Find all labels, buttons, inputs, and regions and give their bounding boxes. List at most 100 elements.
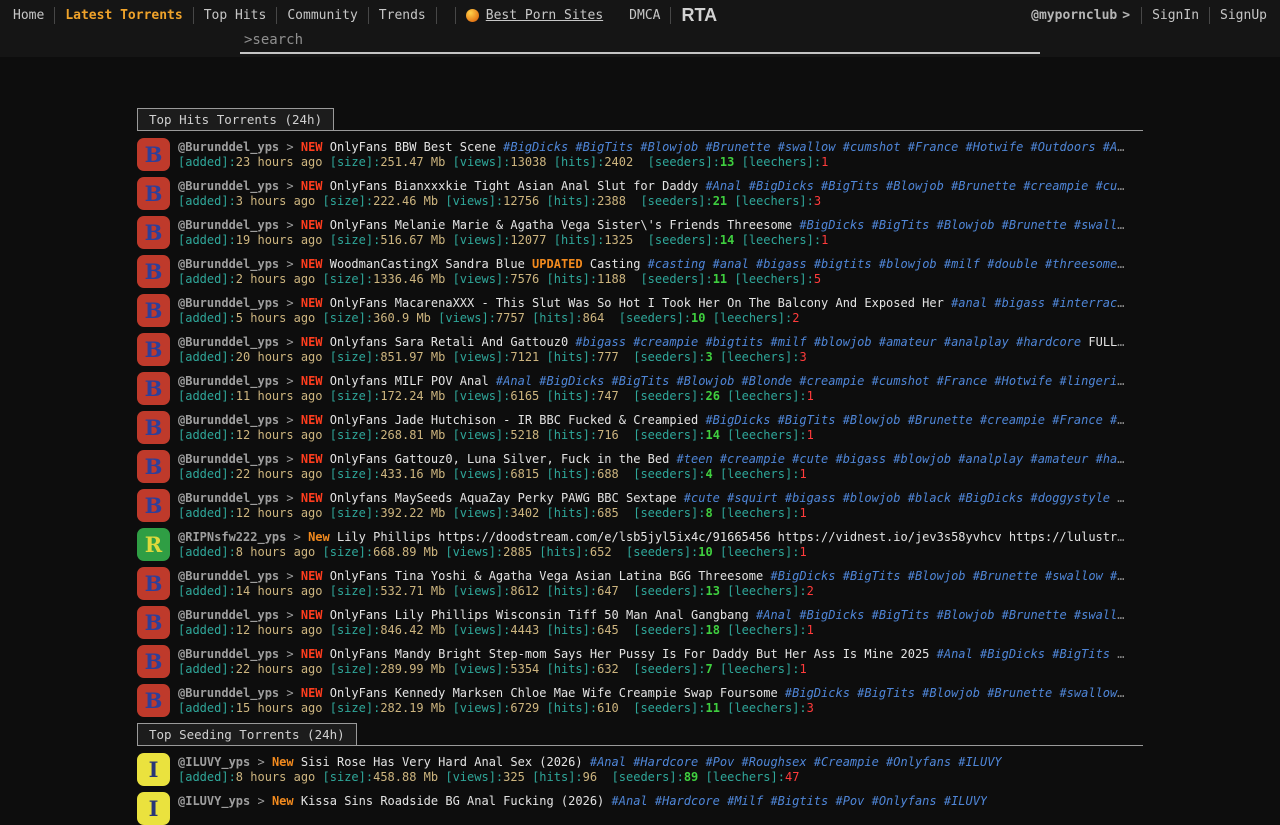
user-avatar[interactable]: B: [137, 489, 170, 522]
hashtags[interactable]: #anal #bigass #interrac: [951, 296, 1117, 310]
torrent-title[interactable]: @Burunddel_yps > NEW Onlyfans MILF POV A…: [178, 373, 1124, 389]
user-avatar[interactable]: B: [137, 606, 170, 639]
nav-signin[interactable]: SignIn: [1147, 8, 1204, 23]
meta-key-added: [added]:: [178, 233, 236, 247]
rta-logo[interactable]: RTA: [676, 5, 722, 26]
nav-best-porn-sites[interactable]: Best Porn Sites: [461, 8, 608, 23]
hashtags[interactable]: #bigass #creampie #bigtits #milf #blowjo…: [575, 335, 1081, 349]
torrent-user[interactable]: @Burunddel_yps: [178, 257, 279, 271]
torrent-title[interactable]: @Burunddel_yps > NEW OnlyFans Lily Phill…: [178, 607, 1124, 623]
torrent-user[interactable]: @Burunddel_yps: [178, 335, 279, 349]
torrent-user[interactable]: @Burunddel_yps: [178, 140, 279, 154]
hashtags[interactable]: #Anal #Hardcore #Milf #Bigtits #Pov #Onl…: [612, 794, 988, 808]
user-avatar[interactable]: B: [137, 138, 170, 171]
meta-key-added: [added]:: [178, 623, 236, 637]
torrent-title[interactable]: @Burunddel_yps > NEW OnlyFans MacarenaXX…: [178, 295, 1124, 311]
torrent-user[interactable]: @Burunddel_yps: [178, 374, 279, 388]
torrent-user[interactable]: @Burunddel_yps: [178, 608, 279, 622]
nav-trends[interactable]: Trends: [374, 8, 431, 23]
torrent-title[interactable]: @Burunddel_yps > NEW OnlyFans Kennedy Ma…: [178, 685, 1124, 701]
user-avatar[interactable]: B: [137, 216, 170, 249]
torrent-user[interactable]: @Burunddel_yps: [178, 647, 279, 661]
torrent-user[interactable]: @Burunddel_yps: [178, 218, 279, 232]
torrent-user[interactable]: @Burunddel_yps: [178, 179, 279, 193]
hashtags[interactable]: #casting #anal #bigass #bigtits #blowjob…: [648, 257, 1118, 271]
user-avatar[interactable]: B: [137, 177, 170, 210]
torrent-user[interactable]: @Burunddel_yps: [178, 413, 279, 427]
torrent-title[interactable]: @Burunddel_yps > NEW OnlyFans Mandy Brig…: [178, 646, 1124, 662]
torrent-title[interactable]: @Burunddel_yps > NEW OnlyFans Jade Hutch…: [178, 412, 1124, 428]
hashtags[interactable]: #Anal #BigDicks #BigTits #Blowjob #Brune…: [705, 179, 1117, 193]
nav-community[interactable]: Community: [282, 8, 362, 23]
title-segment: NEW: [301, 686, 323, 700]
torrent-user[interactable]: @ILUVY_yps: [178, 794, 250, 808]
user-avatar[interactable]: B: [137, 411, 170, 444]
torrent-user[interactable]: @Burunddel_yps: [178, 686, 279, 700]
meta-key-leechers: [leechers]:: [727, 701, 806, 715]
hashtags[interactable]: #Anal #BigDicks #BigTits #Blowjob #Blond…: [496, 374, 1117, 388]
hashtags[interactable]: #Anal #BigDicks #BigTits: [937, 647, 1110, 661]
user-avatar[interactable]: I: [137, 792, 170, 825]
meta-key-added: [added]:: [178, 584, 236, 598]
user-avatar[interactable]: R: [137, 528, 170, 561]
title-segment: …: [1117, 686, 1124, 700]
user-avatar[interactable]: B: [137, 450, 170, 483]
torrent-title[interactable]: @Burunddel_yps > NEW OnlyFans Tina Yoshi…: [178, 568, 1124, 584]
user-avatar[interactable]: B: [137, 567, 170, 600]
user-avatar[interactable]: B: [137, 645, 170, 678]
torrent-title[interactable]: @ILUVY_yps > New Kissa Sins Roadside BG …: [178, 793, 987, 809]
meta-value-leechers: 5: [814, 272, 821, 286]
meta-value-added: 8 hours ago: [236, 770, 315, 784]
nav-home[interactable]: Home: [8, 8, 49, 23]
meta-value-views: 8612: [510, 584, 539, 598]
torrent-text: @Burunddel_yps > NEW OnlyFans Tina Yoshi…: [178, 567, 1124, 600]
user-avatar[interactable]: B: [137, 372, 170, 405]
meta-key-leechers: [leechers]:: [727, 389, 806, 403]
torrent-user[interactable]: @Burunddel_yps: [178, 569, 279, 583]
account-name[interactable]: @mypornclub: [1028, 8, 1120, 23]
user-avatar[interactable]: B: [137, 684, 170, 717]
user-avatar[interactable]: B: [137, 294, 170, 327]
hashtags[interactable]: #BigDicks #BigTits #Blowjob #Brunette #s…: [770, 569, 1117, 583]
nav-latest-torrents[interactable]: Latest Torrents: [60, 8, 187, 23]
title-segment: …: [1117, 374, 1124, 388]
hashtags[interactable]: #Anal #Hardcore #Pov #Roughsex #Creampie…: [590, 755, 1002, 769]
meta-key-views: [views]:: [453, 467, 511, 481]
torrent-row: B @Burunddel_yps > NEW OnlyFans Lily Phil…: [137, 606, 1280, 639]
torrent-user[interactable]: @Burunddel_yps: [178, 491, 279, 505]
torrent-user[interactable]: @Burunddel_yps: [178, 452, 279, 466]
torrent-title[interactable]: @Burunddel_yps > NEW OnlyFans Melanie Ma…: [178, 217, 1124, 233]
hashtags[interactable]: #BigDicks #BigTits #Blowjob #Brunette #s…: [799, 218, 1117, 232]
title-segment: OnlyFans BBW Best Scene: [323, 140, 504, 154]
search-input[interactable]: [240, 30, 1040, 54]
torrent-title[interactable]: @RIPNsfw222_yps > New Lily Phillips http…: [178, 529, 1124, 545]
torrent-title[interactable]: @Burunddel_yps > NEW OnlyFans BBW Best S…: [178, 139, 1124, 155]
torrent-user[interactable]: @RIPNsfw222_yps: [178, 530, 286, 544]
torrent-title[interactable]: @Burunddel_yps > NEW OnlyFans Bianxxxkie…: [178, 178, 1124, 194]
nav-dmca[interactable]: DMCA: [624, 8, 665, 23]
torrent-user[interactable]: @ILUVY_yps: [178, 755, 250, 769]
torrent-row: R @RIPNsfw222_yps > New Lily Phillips htt…: [137, 528, 1280, 561]
nav-signup[interactable]: SignUp: [1215, 8, 1272, 23]
title-segment: Onlyfans MILF POV Anal: [323, 374, 496, 388]
torrent-text: @Burunddel_yps > NEW OnlyFans Lily Phill…: [178, 606, 1124, 639]
hashtags[interactable]: #BigDicks #BigTits #Blowjob #Brunette #c…: [705, 413, 1117, 427]
nav-top-hits[interactable]: Top Hits: [199, 8, 272, 23]
hashtags[interactable]: #cute #squirt #bigass #blowjob #black #B…: [684, 491, 1110, 505]
user-avatar[interactable]: B: [137, 255, 170, 288]
torrent-title[interactable]: @Burunddel_yps > NEW WoodmanCastingX San…: [178, 256, 1125, 272]
meta-key-views: [views]:: [438, 311, 496, 325]
torrent-user[interactable]: @Burunddel_yps: [178, 296, 279, 310]
torrent-title[interactable]: @Burunddel_yps > NEW OnlyFans Gattouz0, …: [178, 451, 1124, 467]
torrent-title[interactable]: @Burunddel_yps > NEW Onlyfans Sara Retal…: [178, 334, 1125, 350]
torrent-title[interactable]: @ILUVY_yps > New Sisi Rose Has Very Hard…: [178, 754, 1002, 770]
user-avatar[interactable]: I: [137, 753, 170, 786]
chevron-separator: >: [279, 257, 301, 271]
hashtags[interactable]: #Anal #BigDicks #BigTits #Blowjob #Brune…: [756, 608, 1117, 622]
hashtags[interactable]: #BigDicks #BigTits #Blowjob #Brunette #s…: [503, 140, 1117, 154]
hashtags[interactable]: #teen #creampie #cute #bigass #blowjob #…: [677, 452, 1118, 466]
meta-key-leechers: [leechers]:: [720, 467, 799, 481]
torrent-title[interactable]: @Burunddel_yps > NEW Onlyfans MaySeeds A…: [178, 490, 1124, 506]
hashtags[interactable]: #BigDicks #BigTits #Blowjob #Brunette #s…: [785, 686, 1117, 700]
user-avatar[interactable]: B: [137, 333, 170, 366]
